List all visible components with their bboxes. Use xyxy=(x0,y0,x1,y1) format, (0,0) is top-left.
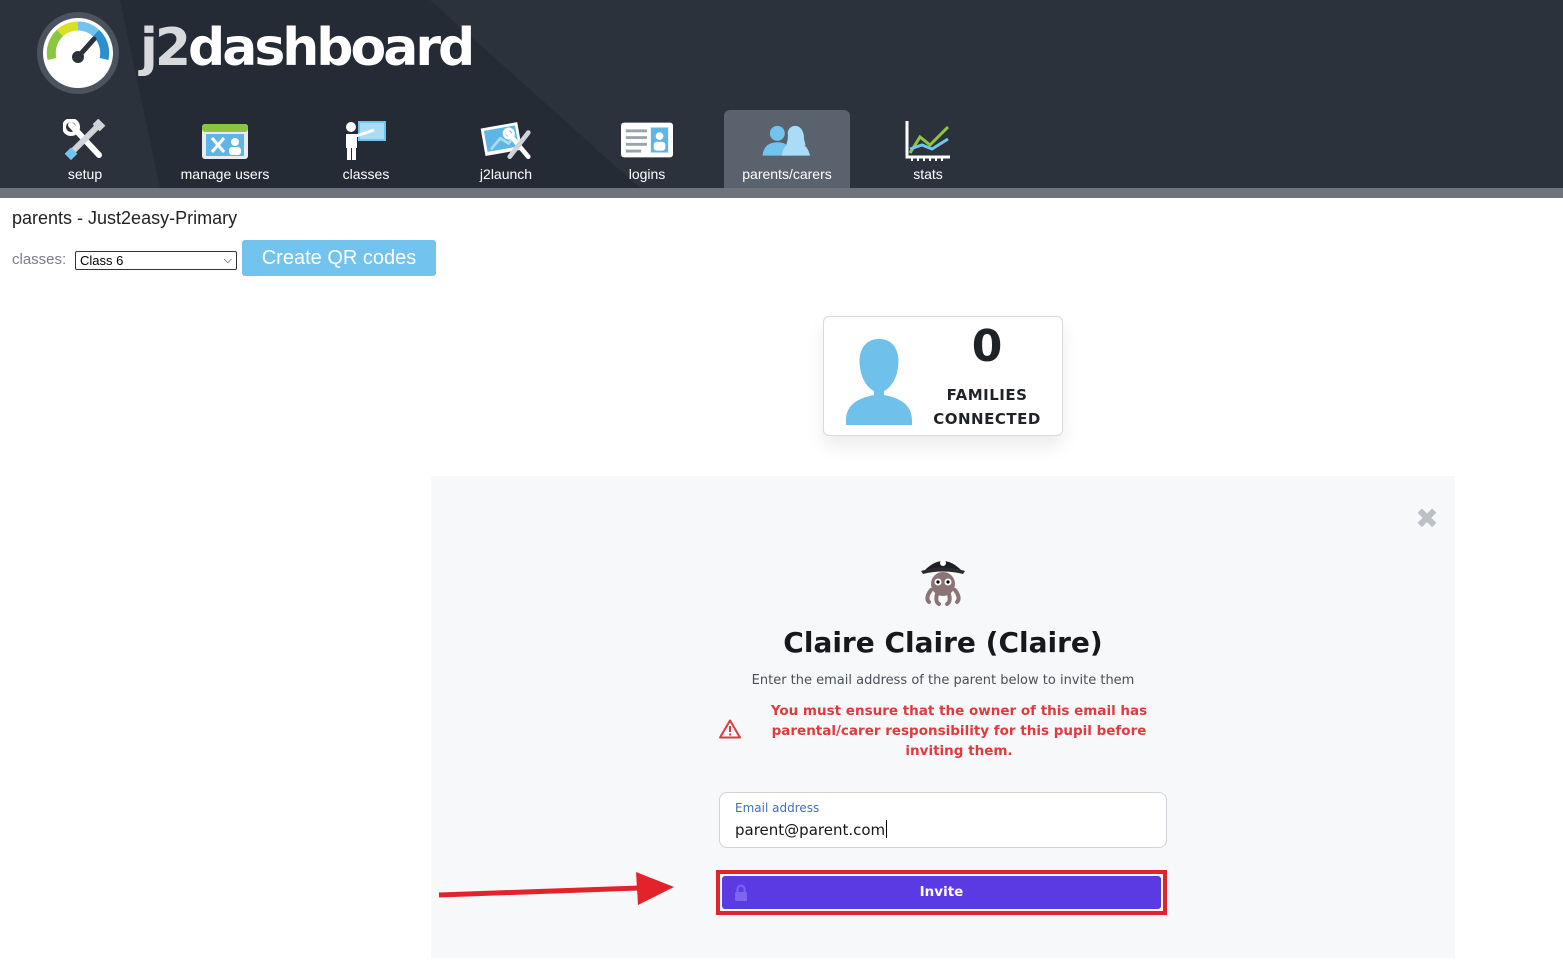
nav-label-parents-carers: parents/carers xyxy=(742,166,832,182)
launch-tools-icon xyxy=(480,118,532,162)
classes-selected-value: Class 6 xyxy=(80,253,124,268)
nav-item-manage-users[interactable]: manage users xyxy=(162,110,288,188)
warning-triangle-icon xyxy=(719,719,741,739)
person-silhouette-icon xyxy=(846,339,912,425)
brand-suffix: dashboard xyxy=(188,18,475,78)
classes-select[interactable]: Class 6 ⌵ xyxy=(75,251,237,270)
lock-icon xyxy=(735,884,747,901)
nav-item-parents-carers[interactable]: parents/carers xyxy=(724,110,850,188)
nav-label-classes: classes xyxy=(342,166,390,182)
pirate-avatar-icon xyxy=(921,560,965,606)
responsibility-warning: You must ensure that the owner of this e… xyxy=(770,703,1148,759)
families-label-line1: FAMILIES xyxy=(946,386,1028,404)
text-caret xyxy=(886,820,888,838)
families-connected-card: 0 FAMILIES CONNECTED xyxy=(823,316,1063,436)
invite-button[interactable]: Invite xyxy=(722,876,1161,909)
invite-instruction: Enter the email address of the parent be… xyxy=(751,673,1135,688)
email-field-value[interactable]: parent@parent.com xyxy=(735,820,888,839)
nav-item-logins[interactable]: logins xyxy=(584,110,710,188)
email-field[interactable]: Email address parent@parent.com xyxy=(719,792,1167,848)
nav-item-stats[interactable]: stats xyxy=(865,110,991,188)
classes-label: classes: xyxy=(12,251,67,268)
families-label: FAMILIES CONNECTED xyxy=(926,383,1048,431)
create-qr-codes-button[interactable]: Create QR codes xyxy=(242,240,436,276)
nav-label-j2launch: j2launch xyxy=(479,166,533,182)
tools-icon xyxy=(59,118,111,162)
parents-icon xyxy=(761,118,813,162)
email-field-label: Email address xyxy=(735,801,820,815)
families-label-line2: CONNECTED xyxy=(933,410,1041,428)
id-card-icon xyxy=(621,118,673,162)
brand-wordmark: j2dashboard xyxy=(140,18,475,78)
manage-users-icon xyxy=(199,118,251,162)
page-title: parents - Just2easy-Primary xyxy=(12,208,238,228)
nav-label-stats: stats xyxy=(913,166,943,182)
pupil-name: Claire Claire (Claire) xyxy=(783,626,1103,659)
close-icon[interactable]: ✖ xyxy=(1414,505,1440,533)
line-chart-icon xyxy=(902,118,954,162)
nav-label-setup: setup xyxy=(67,166,103,182)
nav-item-classes[interactable]: classes xyxy=(303,110,429,188)
header-bottom-bar xyxy=(0,188,1563,198)
nav-item-j2launch[interactable]: j2launch xyxy=(443,110,569,188)
email-value-text: parent@parent.com xyxy=(735,821,886,839)
families-count: 0 xyxy=(971,321,1003,372)
speedometer-logo-icon xyxy=(37,12,119,94)
invite-button-label: Invite xyxy=(919,884,964,900)
nav-label-logins: logins xyxy=(628,166,666,182)
brand-prefix: j2 xyxy=(140,18,191,78)
chevron-down-icon: ⌵ xyxy=(223,254,232,266)
teacher-board-icon xyxy=(340,118,392,162)
app-header: j2dashboard setup manage users classes j… xyxy=(0,0,1563,198)
nav-label-manage-users: manage users xyxy=(180,166,270,182)
main-nav: setup manage users classes j2launch logi… xyxy=(0,110,1000,188)
nav-item-setup[interactable]: setup xyxy=(22,110,148,188)
red-pointer-arrow xyxy=(438,872,674,905)
